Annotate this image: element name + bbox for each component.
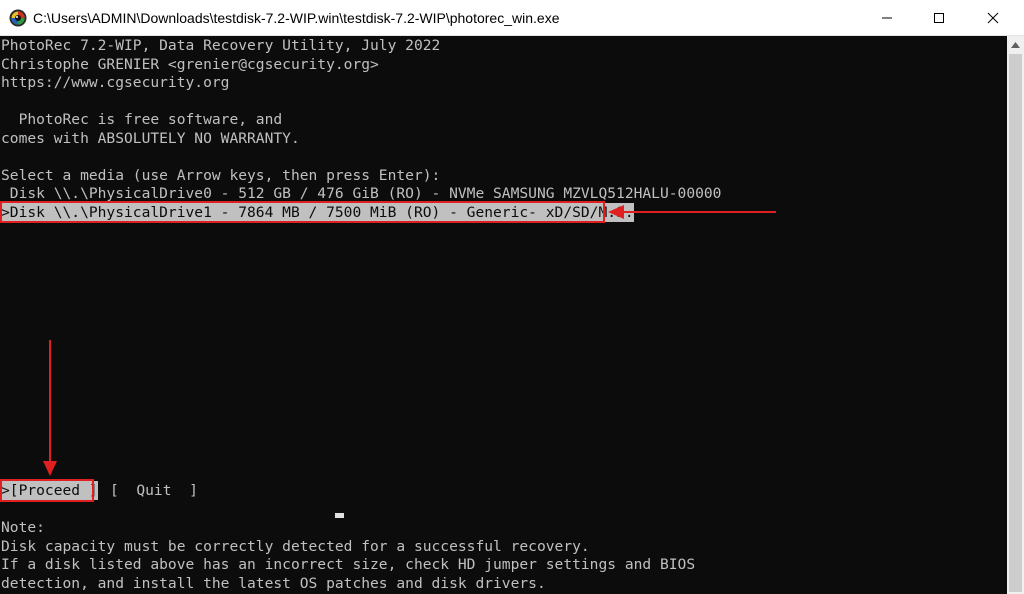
arrow-down-icon — [43, 340, 57, 476]
arrow-right-to-left-icon — [608, 205, 776, 219]
vertical-scrollbar[interactable] — [1007, 36, 1024, 594]
chevron-up-icon — [1011, 41, 1020, 48]
scroll-up-button[interactable] — [1007, 36, 1024, 53]
annotation-arrows — [43, 205, 776, 476]
scrollbar-thumb[interactable] — [1009, 54, 1022, 592]
